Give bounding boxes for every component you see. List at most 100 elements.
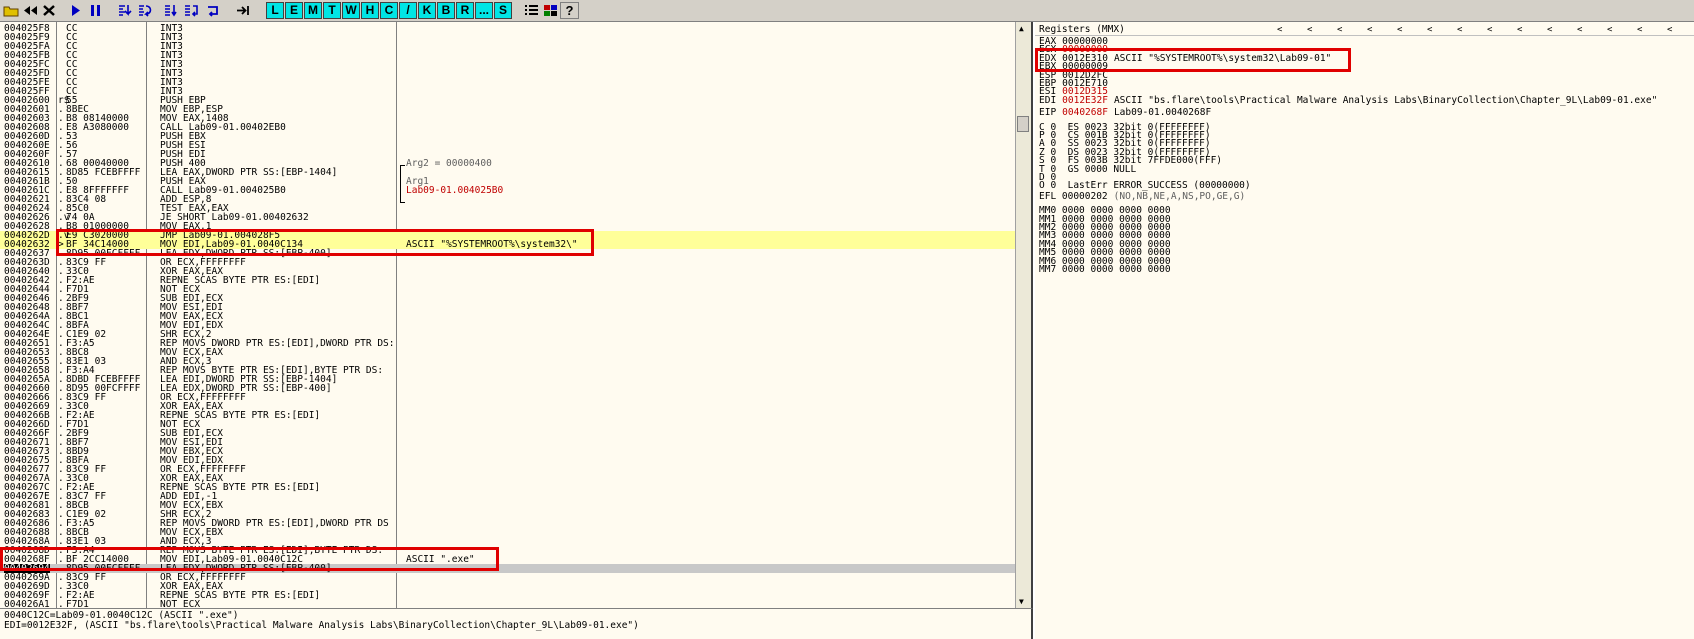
eip-line[interactable]: EIP 0040268F Lab09-01.0040268F (1039, 108, 1211, 118)
log-window-button[interactable]: L (266, 2, 284, 19)
disassembly-row[interactable]: 004025FE CC INT3 (0, 78, 1015, 88)
disassembly-row[interactable]: 00402658. F3:A4 REP MOVS BYTE PTR ES:[EDI]… (0, 366, 1015, 376)
scroll-thumb[interactable] (1017, 116, 1029, 132)
disassembly-row[interactable]: 00402642. F2:AE REPNE SCAS BYTE PTR ES:[ED… (0, 276, 1015, 286)
disassembly-row[interactable]: 0040264C. 8BFA MOV EDI,EDX (0, 321, 1015, 331)
disassembly-row[interactable]: 0040266F. 2BF9 SUB EDI,ECX (0, 429, 1015, 439)
memory-map-button[interactable]: M (304, 2, 322, 19)
disassembly-row[interactable]: 00402600 r$ 55 PUSH EBP (0, 96, 1015, 106)
disassembly-row[interactable]: 00402683. C1E9 02 SHR ECX,2 (0, 510, 1015, 520)
threads-window-button[interactable]: T (323, 2, 341, 19)
chevron-left-icon[interactable]: < (1517, 25, 1522, 35)
disassembly-row[interactable]: 0040269F. F2:AE REPNE SCAS BYTE PTR ES:[ED… (0, 591, 1015, 601)
disassembly-row[interactable]: 0040269D. 33C0 XOR EAX,EAX (0, 582, 1015, 592)
disassembly-row[interactable]: 0040267C. F2:AE REPNE SCAS BYTE PTR ES:[ED… (0, 483, 1015, 493)
disassembly-row[interactable]: 0040260F. 57 PUSH EDI (0, 150, 1015, 160)
call-stack-button[interactable]: K (418, 2, 436, 19)
trace-into-icon[interactable] (162, 2, 181, 19)
chevron-left-icon[interactable]: < (1397, 25, 1402, 35)
chevron-left-icon[interactable]: < (1427, 25, 1432, 35)
chevron-left-icon[interactable]: < (1337, 25, 1342, 35)
cpu-window-button[interactable]: C (380, 2, 398, 19)
disassembly-row[interactable]: 00402694. 8D95 00FCFFFF LEA EDX,DWORD PTR … (0, 564, 1015, 573)
references-window-button[interactable]: R (456, 2, 474, 19)
disassembly-row[interactable]: 00402640. 33C0 XOR EAX,EAX (0, 267, 1015, 277)
disassembly-row[interactable]: 004025F8 CC INT3 (0, 24, 1015, 34)
disassembly-row[interactable]: 00402673. 8BD9 MOV EBX,ECX (0, 447, 1015, 457)
disassembly-row[interactable]: 0040268D. F3:A4 REP MOVS BYTE PTR ES:[EDI]… (0, 546, 1015, 556)
disassembly-row[interactable]: 00402637. 8D95 00FCFFFF LEA EDX,DWORD PTR … (0, 249, 1015, 259)
chevron-left-icon[interactable]: < (1277, 25, 1282, 35)
disassembly-row[interactable]: 0040265A. 8DBD FCEBFFFF LEA EDI,DWORD PTR … (0, 375, 1015, 385)
disassembly-row[interactable]: 00402632 > BF 34C14000 MOV EDI,Lab09-01.004… (0, 240, 1015, 249)
run-trace-button[interactable]: ... (475, 2, 493, 19)
disassembly-row[interactable]: 00402615. 8D85 FCEBFFFF LEA EAX,DWORD PTR … (0, 168, 1015, 178)
disassembly-row[interactable]: 0040264E. C1E9 02 SHR ECX,2 (0, 330, 1015, 340)
flag-line[interactable]: O 0 LastErr ERROR_SUCCESS (00000000) (1039, 181, 1251, 191)
disassembly-row[interactable]: 0040267E. 83C7 FF ADD EDI,-1 (0, 492, 1015, 502)
disassembly-row[interactable]: 0040266B. F2:AE REPNE SCAS BYTE PTR ES:[ED… (0, 411, 1015, 421)
chevron-left-icon[interactable]: < (1457, 25, 1462, 35)
disassembly-row[interactable]: 00402644. F7D1 NOT ECX (0, 285, 1015, 295)
disassembly-row[interactable]: 00402671. 8BF7 MOV ESI,EDI (0, 438, 1015, 448)
chevron-left-icon[interactable]: < (1577, 25, 1582, 35)
close-icon[interactable] (40, 2, 59, 19)
efl-line[interactable]: EFL 00000202 (NO,NB,NE,A,NS,PO,GE,G) (1039, 192, 1245, 202)
disassembly-row[interactable]: 0040261B. 50 PUSH EAX Arg1 (0, 177, 1015, 187)
chevron-left-icon[interactable]: < (1367, 25, 1372, 35)
disassembly-row[interactable]: 00402660. 8D95 00FCFFFF LEA EDX,DWORD PTR … (0, 384, 1015, 394)
registers-header[interactable]: Registers (MMX) < < < < < < < < < < < < … (1035, 24, 1694, 36)
disassembly-row[interactable]: 00402655. 83E1 03 AND ECX,3 (0, 357, 1015, 367)
disassembly-row[interactable]: 00402688. 8BCB MOV ECX,EBX (0, 528, 1015, 538)
disassembly-row[interactable]: 004025FB CC INT3 (0, 51, 1015, 61)
disassembly-row[interactable]: 0040260E. 56 PUSH ESI (0, 141, 1015, 151)
modules-window-button[interactable]: E (285, 2, 303, 19)
disassembly-row[interactable]: 00402621. 83C4 08 ADD ESP,8 (0, 195, 1015, 205)
disassembly-row[interactable]: 00402686. F3:A5 REP MOVS DWORD PTR ES:[EDI… (0, 519, 1015, 529)
breakpoints-window-button[interactable]: B (437, 2, 455, 19)
disassembly-row[interactable]: 0040267A. 33C0 XOR EAX,EAX (0, 474, 1015, 484)
disassembly-row[interactable]: 00402669. 33C0 XOR EAX,EAX (0, 402, 1015, 412)
execute-till-return-icon[interactable] (204, 2, 223, 19)
disassembly-row[interactable]: 004025FC CC INT3 (0, 60, 1015, 70)
disassembly-row[interactable]: 004025FF CC INT3 (0, 87, 1015, 97)
disassembly-row[interactable]: 00402677. 83C9 FF OR ECX,FFFFFFFF (0, 465, 1015, 475)
disassembly-row[interactable]: 00402666. 83C9 FF OR ECX,FFFFFFFF (0, 393, 1015, 403)
trace-over-icon[interactable] (182, 2, 201, 19)
rewind-icon[interactable] (21, 2, 40, 19)
chevron-left-icon[interactable]: < (1547, 25, 1552, 35)
disassembly-row[interactable]: 00402608. E8 A3080000 CALL Lab09-01.00402E… (0, 123, 1015, 133)
chevron-left-icon[interactable]: < (1307, 25, 1312, 35)
disassembly-row[interactable]: 00402646. 2BF9 SUB EDI,ECX (0, 294, 1015, 304)
disassembly-row[interactable]: 00402648. 8BF7 MOV ESI,EDI (0, 303, 1015, 313)
disassembly-row[interactable]: 004025FA CC INT3 (0, 42, 1015, 52)
open-file-icon[interactable] (2, 2, 21, 19)
chevron-left-icon[interactable]: < (1637, 25, 1642, 35)
chevron-left-icon[interactable]: < (1487, 25, 1492, 35)
register-line[interactable]: EDI 0012E32F ASCII "bs.flare\tools\Practic… (1039, 96, 1657, 106)
source-window-button[interactable]: S (494, 2, 512, 19)
step-over-icon[interactable] (136, 2, 155, 19)
disassembly-row[interactable]: 00402681. 8BCB MOV ECX,EBX (0, 501, 1015, 511)
disassembly-row[interactable]: 00402603. B8 08140000 MOV EAX,1408 (0, 114, 1015, 124)
disassembly-row[interactable]: 004025F9 CC INT3 (0, 33, 1015, 43)
pause-icon[interactable] (86, 2, 105, 19)
step-into-icon[interactable] (116, 2, 135, 19)
disassembly-row[interactable]: 00402601. 8BEC MOV EBP,ESP (0, 105, 1015, 115)
help-button[interactable]: ? (560, 2, 579, 19)
disassembly-row[interactable]: 0040263D. 83C9 FF OR ECX,FFFFFFFF (0, 258, 1015, 268)
disassembly-row[interactable]: 0040266D. F7D1 NOT ECX (0, 420, 1015, 430)
disassembly-row[interactable]: 00402610. 68 00040000 PUSH 400 Arg2 = 00000… (0, 159, 1015, 169)
disassembly-row[interactable]: 0040264A. 8BC1 MOV EAX,ECX (0, 312, 1015, 322)
options-grid-icon[interactable] (541, 2, 560, 19)
handles-window-button[interactable]: H (361, 2, 379, 19)
list-icon[interactable] (522, 2, 541, 19)
chevron-left-icon[interactable]: < (1607, 25, 1612, 35)
disassembly-row[interactable]: 00402628. B8 01000000 MOV EAX,1 (0, 222, 1015, 232)
mmx-line[interactable]: MM7 0000 0000 0000 0000 (1039, 265, 1171, 275)
disassembly-row[interactable]: 00402626 .v 74 0A JE SHORT Lab09-01.0040263… (0, 213, 1015, 223)
run-icon[interactable] (66, 2, 85, 19)
scroll-down-icon[interactable]: ▼ (1019, 597, 1024, 606)
goto-address-icon[interactable] (234, 2, 253, 19)
disassembly-row[interactable]: 0040269A. 83C9 FF OR ECX,FFFFFFFF (0, 573, 1015, 583)
